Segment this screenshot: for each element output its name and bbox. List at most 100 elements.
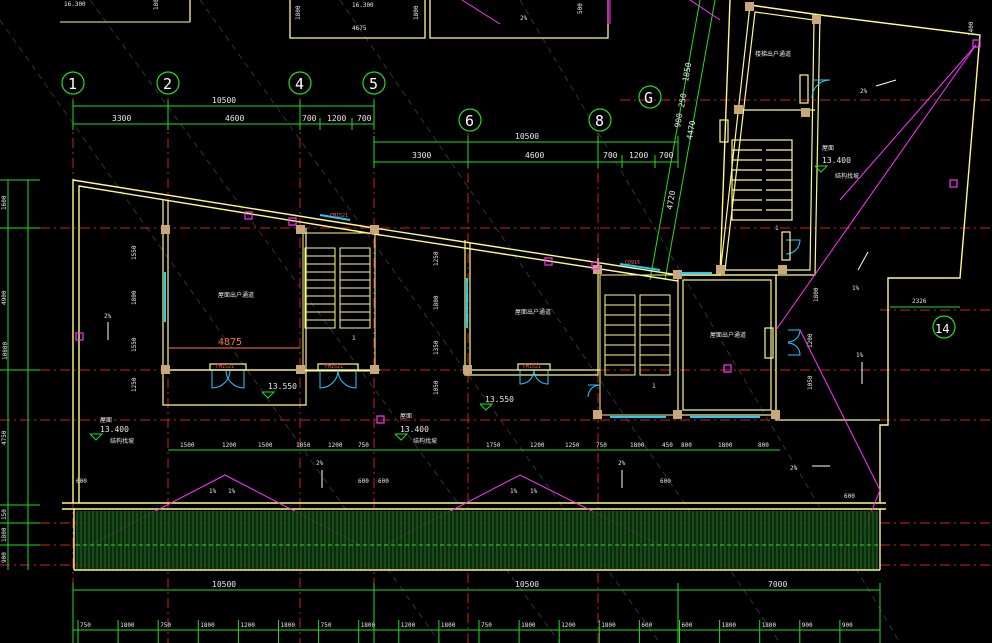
roof-mid-label: 屋面	[400, 413, 412, 420]
gap-dim-11: 1800	[630, 442, 645, 449]
bottom-dim-14: 1800	[601, 622, 616, 629]
top-level-left: 16.300	[64, 1, 86, 8]
gap-dim-13: 800	[681, 442, 692, 449]
left-dim-4900: 4900	[1, 290, 8, 305]
top-dim-left-1: 3300	[112, 114, 131, 123]
gap-dim-6: 750	[358, 442, 369, 449]
level-room1: 13.550	[268, 382, 297, 391]
top-dim-mid-v3: 500	[577, 3, 584, 14]
top-dim-left: 1800	[153, 0, 160, 10]
bottom-dim-15: 600	[641, 622, 652, 629]
gap-dim-8: 1200	[530, 442, 545, 449]
level-roof-mid: 13.400	[400, 425, 429, 434]
left-dim-1800: 1800	[1, 527, 8, 542]
gap-dim-9: 1250	[565, 442, 580, 449]
level-tower: 13.400	[822, 156, 851, 165]
left-dim-1600: 1600	[1, 195, 8, 210]
bottom-dim-19: 900	[802, 622, 813, 629]
gap-dim-5: 1200	[328, 442, 343, 449]
top-dim-left-3: 700	[302, 114, 317, 123]
right-h: 2326	[912, 298, 927, 305]
top-dim-right-1: 3300	[412, 151, 431, 160]
room2-v3: 1350	[433, 340, 440, 355]
top-dim-left-2: 4600	[225, 114, 244, 123]
stair-1	[302, 232, 376, 372]
slope-1: 2%	[104, 313, 112, 320]
bottom-overall-2: 10500	[515, 580, 539, 589]
door-label-3: FM1521	[523, 364, 541, 370]
slant-dim-1: 4470	[685, 120, 697, 141]
axis-G-label: G	[644, 89, 653, 107]
bottom-dim-10: 1800	[441, 622, 456, 629]
slant-dim-3: 1850	[681, 62, 693, 83]
gutter-dim-5: 600	[844, 493, 855, 500]
room-3	[677, 274, 777, 416]
room1-v1: 1550	[131, 245, 138, 260]
bottom-dim-3: 750	[160, 622, 171, 629]
axis-5-label: 5	[369, 75, 378, 93]
gap-dim-7: 1750	[486, 442, 501, 449]
note-mid: 结构找坡	[413, 437, 437, 445]
stair-mark-2: 1	[652, 383, 656, 390]
slope-2: 2%	[316, 460, 324, 467]
left-dim-150: 150	[1, 509, 8, 520]
room2-v2: 1800	[433, 295, 440, 310]
top-dim-mid: 4675	[352, 25, 367, 32]
slope-3: 1%	[209, 488, 217, 495]
top-dim-left-overall: 10500	[212, 96, 236, 105]
axis-14-label: 14	[935, 322, 949, 336]
gutter-dim-2: 600	[358, 478, 369, 485]
top-dim-mid-v1: 1800	[295, 5, 302, 20]
axis-4-label: 4	[295, 75, 304, 93]
slope-arrows	[107, 79, 897, 488]
slope-4: 1%	[228, 488, 236, 495]
gap-dim-4: 1050	[296, 442, 311, 449]
topright-dim: 1400	[968, 21, 975, 36]
doors	[211, 79, 831, 398]
door-label-4: FM1521	[330, 213, 348, 219]
bottom-dim-4: 1800	[200, 622, 215, 629]
gutter-dim-1: 600	[76, 478, 87, 485]
room1-v4: 1250	[131, 377, 138, 392]
bottom-dim-5: 1200	[240, 622, 255, 629]
gutter-dim-4: 600	[660, 478, 671, 485]
window-label: C0915	[625, 260, 640, 266]
slope-6: 1%	[530, 488, 538, 495]
level-room2: 13.550	[485, 395, 514, 404]
bottom-dim-12: 1800	[521, 622, 536, 629]
top-dim-right-4: 1200	[629, 151, 648, 160]
top-dim-right-2: 4600	[525, 151, 544, 160]
slope-5: 1%	[510, 488, 518, 495]
bottom-dim-6: 1800	[281, 622, 296, 629]
bottom-dim-1: 750	[80, 622, 91, 629]
axis-6-label: 6	[465, 112, 474, 130]
gutter-dim-3: 600	[378, 478, 389, 485]
bottom-dim-9: 1200	[401, 622, 416, 629]
bottom-dim-16: 600	[682, 622, 693, 629]
bottom-dim-20: 900	[842, 622, 853, 629]
bottom-dim-7: 750	[321, 622, 332, 629]
top-dim-mid-v2: 1800	[413, 5, 420, 20]
right-v1: 1800	[813, 287, 820, 302]
right-v2: 1200	[807, 333, 814, 348]
top-dim-left-5: 700	[357, 114, 372, 123]
top-dim-right-overall: 10500	[515, 132, 539, 141]
cad-drawing-canvas[interactable]: 16.300 1800 16.300 4675 1800 1800 2% 500…	[0, 0, 992, 643]
bottom-overall-3: 7000	[768, 580, 787, 589]
level-markers	[89, 165, 829, 441]
top-dim-right-5: 700	[659, 151, 674, 160]
door-label-2: FM1521	[325, 364, 343, 370]
gap-dim-12: 450	[662, 442, 673, 449]
slope-10: 2%	[860, 88, 868, 95]
door-label-1: FM1521	[216, 364, 234, 370]
slant-dim-2: 4720	[665, 190, 677, 211]
axis-1-label: 1	[68, 75, 77, 93]
stair-2	[599, 274, 679, 416]
bottom-dim-18: 1800	[762, 622, 777, 629]
bottom-dim-8: 1800	[361, 622, 376, 629]
note-right: 结构找坡	[835, 172, 859, 180]
gap-dim-15: 800	[758, 442, 769, 449]
left-dim-10800: 10800	[2, 342, 9, 360]
room1-label: 屋面出户通道	[218, 291, 254, 299]
gap-dim-2: 1200	[222, 442, 237, 449]
